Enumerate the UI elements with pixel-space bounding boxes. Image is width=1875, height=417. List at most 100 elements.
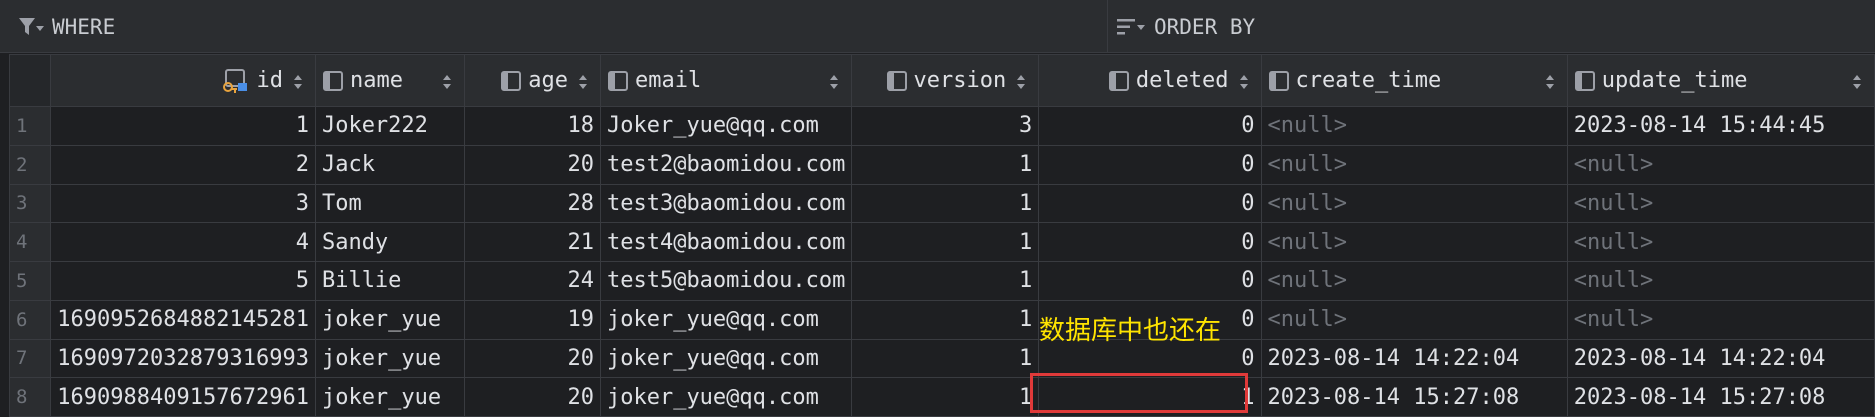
- cell-age[interactable]: 18: [464, 106, 601, 146]
- cell-email[interactable]: joker_yue@qq.com: [599, 299, 853, 340]
- cell-create-time[interactable]: <null>: [1260, 183, 1568, 224]
- cell-age[interactable]: 24: [464, 261, 601, 301]
- cell-update-time[interactable]: <null>: [1566, 222, 1875, 262]
- cell-create-time[interactable]: <null>: [1260, 144, 1568, 185]
- cell-version[interactable]: 3: [851, 106, 1040, 146]
- table-row[interactable]: 2 2 Jack 20 test2@baomidou.com 1 0 <null…: [8, 144, 1875, 185]
- cell-version[interactable]: 1: [851, 261, 1040, 301]
- cell-id[interactable]: 5: [50, 261, 316, 301]
- cell-age[interactable]: 20: [464, 338, 601, 379]
- primary-key-icon: [222, 68, 250, 94]
- cell-create-time[interactable]: <null>: [1260, 106, 1568, 146]
- cell-email[interactable]: Joker_yue@qq.com: [599, 106, 853, 146]
- cell-name[interactable]: Tom: [314, 183, 466, 224]
- cell-update-time[interactable]: <null>: [1566, 261, 1875, 301]
- cell-id[interactable]: 1690972032879316993: [50, 338, 316, 379]
- sort-toggle-icon[interactable]: [829, 72, 839, 97]
- row-number: 5: [8, 261, 52, 301]
- row-number: 3: [8, 183, 52, 224]
- cell-name[interactable]: Joker222: [314, 106, 466, 146]
- sort-toggle-icon[interactable]: [1016, 72, 1026, 97]
- cell-id[interactable]: 1: [50, 106, 316, 146]
- cell-deleted[interactable]: 1: [1038, 377, 1262, 417]
- cell-version[interactable]: 1: [851, 377, 1040, 417]
- column-header-label: create_time: [1295, 68, 1442, 93]
- column-header-deleted[interactable]: deleted: [1038, 54, 1262, 107]
- column-header-age[interactable]: age: [464, 54, 601, 107]
- cell-update-time[interactable]: 2023-08-14 15:27:08: [1566, 377, 1875, 417]
- cell-name[interactable]: Billie: [314, 261, 466, 301]
- cell-deleted[interactable]: 0: [1038, 222, 1262, 262]
- cell-version[interactable]: 1: [851, 222, 1040, 262]
- column-header-email[interactable]: email: [599, 54, 853, 107]
- cell-email[interactable]: joker_yue@qq.com: [599, 338, 853, 379]
- cell-email[interactable]: test5@baomidou.com: [599, 261, 853, 301]
- sort-toggle-icon[interactable]: [293, 72, 303, 97]
- table-row[interactable]: 4 4 Sandy 21 test4@baomidou.com 1 0 <nul…: [8, 222, 1875, 262]
- cell-name[interactable]: Sandy: [314, 222, 466, 262]
- cell-age[interactable]: 28: [464, 183, 601, 224]
- sort-toggle-icon[interactable]: [1852, 72, 1862, 97]
- sort-toggle-icon[interactable]: [442, 72, 452, 97]
- cell-create-time[interactable]: 2023-08-14 14:22:04: [1260, 338, 1568, 379]
- cell-deleted[interactable]: 0: [1038, 261, 1262, 301]
- cell-name[interactable]: joker_yue: [314, 377, 466, 417]
- where-filter[interactable]: WHERE: [18, 0, 115, 53]
- cell-name[interactable]: joker_yue: [314, 299, 466, 340]
- cell-version[interactable]: 1: [851, 338, 1040, 379]
- column-header-id[interactable]: id: [50, 54, 316, 107]
- table-row[interactable]: 5 5 Billie 24 test5@baomidou.com 1 0 <nu…: [8, 261, 1875, 301]
- cell-create-time[interactable]: <null>: [1260, 222, 1568, 262]
- cell-id[interactable]: 1690988409157672961: [50, 377, 316, 417]
- cell-update-time[interactable]: <null>: [1566, 144, 1875, 185]
- table-row[interactable]: 8 1690988409157672961 joker_yue 20 joker…: [8, 377, 1875, 417]
- sort-toggle-icon[interactable]: [578, 72, 588, 97]
- table-row[interactable]: 3 3 Tom 28 test3@baomidou.com 1 0 <null>…: [8, 183, 1875, 224]
- column-header-label: id: [256, 68, 283, 93]
- column-icon: [1268, 70, 1290, 92]
- cell-version[interactable]: 1: [851, 183, 1040, 224]
- cell-update-time[interactable]: <null>: [1566, 299, 1875, 340]
- cell-deleted[interactable]: 0: [1038, 106, 1262, 146]
- cell-age[interactable]: 20: [464, 144, 601, 185]
- column-header-version[interactable]: version: [851, 54, 1040, 107]
- column-header-update-time[interactable]: update_time: [1566, 54, 1875, 107]
- column-header-create-time[interactable]: create_time: [1260, 54, 1568, 107]
- cell-deleted[interactable]: 0: [1038, 144, 1262, 185]
- cell-id[interactable]: 3: [50, 183, 316, 224]
- cell-id[interactable]: 4: [50, 222, 316, 262]
- sort-toggle-icon[interactable]: [1239, 72, 1249, 97]
- row-number: 1: [8, 106, 52, 146]
- table-row[interactable]: 6 1690952684882145281 joker_yue 19 joker…: [8, 299, 1875, 340]
- cell-email[interactable]: joker_yue@qq.com: [599, 377, 853, 417]
- column-header-name[interactable]: name: [314, 54, 466, 107]
- column-icon: [886, 70, 908, 92]
- row-number: 2: [8, 144, 52, 185]
- sort-toggle-icon[interactable]: [1545, 72, 1555, 97]
- cell-update-time[interactable]: <null>: [1566, 183, 1875, 224]
- cell-email[interactable]: test3@baomidou.com: [599, 183, 853, 224]
- column-header-label: update_time: [1601, 68, 1748, 93]
- cell-version[interactable]: 1: [851, 144, 1040, 185]
- column-icon: [607, 70, 629, 92]
- cell-email[interactable]: test4@baomidou.com: [599, 222, 853, 262]
- cell-version[interactable]: 1: [851, 299, 1040, 340]
- cell-name[interactable]: Jack: [314, 144, 466, 185]
- cell-email[interactable]: test2@baomidou.com: [599, 144, 853, 185]
- cell-create-time[interactable]: 2023-08-14 15:27:08: [1260, 377, 1568, 417]
- cell-age[interactable]: 20: [464, 377, 601, 417]
- cell-deleted[interactable]: 0: [1038, 183, 1262, 224]
- cell-update-time[interactable]: 2023-08-14 14:22:04: [1566, 338, 1875, 379]
- cell-id[interactable]: 1690952684882145281: [50, 299, 316, 340]
- table-row[interactable]: 7 1690972032879316993 joker_yue 20 joker…: [8, 338, 1875, 379]
- cell-age[interactable]: 21: [464, 222, 601, 262]
- cell-create-time[interactable]: <null>: [1260, 261, 1568, 301]
- cell-update-time[interactable]: 2023-08-14 15:44:45: [1566, 106, 1875, 146]
- corner-cell: [8, 54, 52, 107]
- order-by-filter[interactable]: ORDER BY: [1116, 0, 1255, 53]
- table-row[interactable]: 1 1 Joker222 18 Joker_yue@qq.com 3 0 <nu…: [8, 106, 1875, 146]
- cell-id[interactable]: 2: [50, 144, 316, 185]
- cell-name[interactable]: joker_yue: [314, 338, 466, 379]
- cell-age[interactable]: 19: [464, 299, 601, 340]
- cell-create-time[interactable]: <null>: [1260, 299, 1568, 340]
